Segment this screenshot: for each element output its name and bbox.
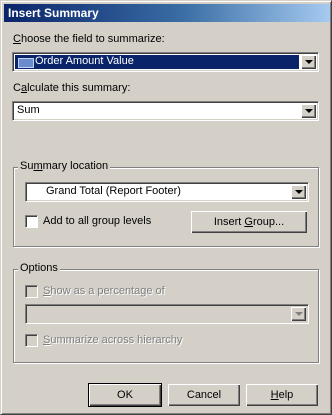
- percentage-dropdown-arrow-icon[interactable]: [291, 307, 306, 321]
- show-percentage-label: Show as a percentage of: [43, 285, 165, 297]
- add-to-all-groups-label: Add to all group levels: [43, 215, 152, 227]
- location-select[interactable]: Grand Total (Report Footer): [25, 182, 309, 202]
- field-label: Choose the field to summarize:: [13, 33, 165, 45]
- show-percentage-checkbox[interactable]: [25, 285, 38, 298]
- summarize-hierarchy-label: Summarize across hierarchy: [43, 334, 183, 346]
- location-value: Grand Total (Report Footer): [46, 185, 181, 197]
- location-dropdown-arrow-icon[interactable]: [291, 185, 306, 199]
- percentage-of-select[interactable]: [25, 304, 309, 324]
- cancel-button[interactable]: Cancel: [168, 384, 240, 406]
- title-bar[interactable]: Insert Summary: [4, 4, 330, 22]
- calc-dropdown-arrow-icon[interactable]: [301, 104, 316, 118]
- calc-select[interactable]: Sum: [12, 101, 319, 121]
- help-button[interactable]: Help: [246, 384, 318, 406]
- insert-group-button[interactable]: Insert Group...: [191, 211, 307, 233]
- summarize-hierarchy-checkbox[interactable]: [25, 334, 38, 347]
- ok-button[interactable]: OK: [88, 383, 162, 407]
- calc-label: Calculate this summary:: [13, 82, 131, 94]
- database-field-icon: [18, 58, 34, 68]
- calc-value: Sum: [17, 104, 40, 116]
- field-select[interactable]: Order Amount Value: [12, 52, 319, 72]
- summary-location-title: Summary location: [18, 160, 111, 172]
- dialog-title: Insert Summary: [8, 6, 99, 20]
- field-dropdown-arrow-icon[interactable]: [301, 55, 316, 69]
- insert-summary-dialog: Insert Summary Choose the field to summa…: [0, 0, 332, 415]
- add-to-all-groups-checkbox[interactable]: [25, 215, 38, 228]
- options-title: Options: [18, 262, 60, 274]
- field-value: Order Amount Value: [35, 55, 134, 67]
- summary-location-group: [13, 167, 319, 247]
